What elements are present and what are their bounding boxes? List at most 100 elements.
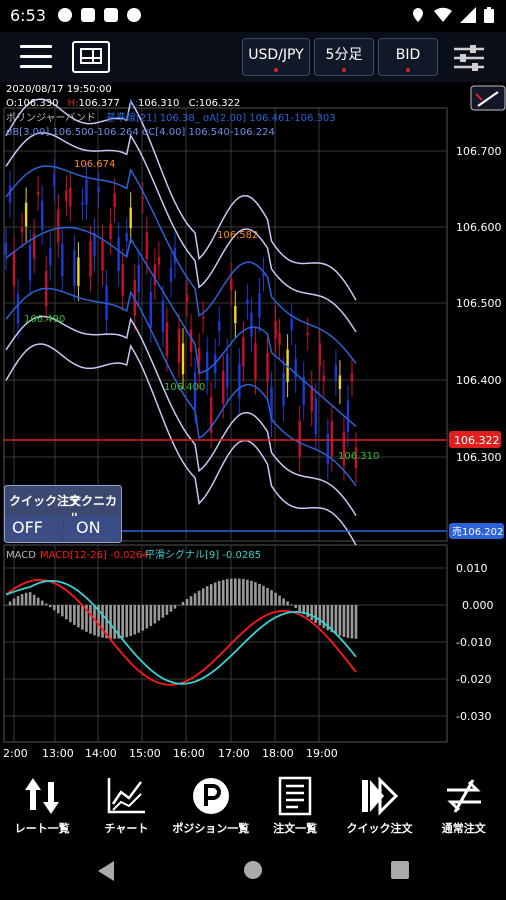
macd-histogram-bar xyxy=(20,594,24,606)
candle-body xyxy=(97,186,100,193)
candle-body xyxy=(81,202,84,205)
macd-histogram-bar xyxy=(69,605,72,623)
bollinger-line-2: σB[3.00] 106.500-106.264 σC[4.00] 106.54… xyxy=(6,127,275,138)
chart-area[interactable]: 2020/08/17 19:50:00 O:106.330 H:106.377 … xyxy=(0,82,506,770)
recents-icon[interactable] xyxy=(391,861,409,879)
candle-body xyxy=(57,209,60,243)
macd-histogram-bar xyxy=(61,605,64,617)
technical-toggle[interactable]: ON xyxy=(64,516,120,540)
candle-body xyxy=(129,207,132,229)
candle-body xyxy=(153,264,157,286)
macd-histogram-bar xyxy=(129,605,133,636)
signal-icon xyxy=(460,7,476,23)
macd-histogram-bar xyxy=(16,596,20,606)
price-axis: 106.700 106.600 106.500 106.400 106.300 xyxy=(456,145,502,464)
macd-histogram-bar xyxy=(125,605,128,638)
candle-body xyxy=(330,421,334,457)
low-value: 106.310 xyxy=(138,98,179,109)
marker-high-1: 106.674 xyxy=(74,159,115,170)
chart-icon xyxy=(108,778,146,814)
macd-value-label: MACD[12-26] -0.0264 xyxy=(40,550,149,561)
nav-chart[interactable]: チャート xyxy=(84,770,168,840)
macd-histogram-bar xyxy=(173,605,177,609)
macd-histogram-bar xyxy=(205,586,209,606)
marker-low-1: 106.490 xyxy=(24,314,65,325)
nav-quick-order[interactable]: クイック注文 xyxy=(337,770,421,840)
nav-order-list[interactable]: 注文一覧 xyxy=(253,770,337,840)
macd-histogram-bar xyxy=(28,592,32,606)
macd-histogram-bar xyxy=(342,605,346,637)
candle-body xyxy=(169,267,173,282)
macd-signal-line xyxy=(5,579,357,685)
nav-rate-list[interactable]: レート一覧 xyxy=(0,770,84,840)
candle-body xyxy=(93,233,96,256)
macd-histogram-bar xyxy=(177,605,181,606)
macd-line xyxy=(5,578,357,686)
candle-body xyxy=(226,354,229,388)
time-axis-label: 19:00 xyxy=(306,747,338,760)
marker-low-2: 106.400 xyxy=(164,382,205,393)
candle-body xyxy=(137,264,140,292)
candle-body xyxy=(290,319,293,330)
candle-body xyxy=(8,185,12,203)
macd-histogram-bar xyxy=(274,592,277,606)
candle-body xyxy=(234,305,237,324)
candle-body xyxy=(53,174,56,186)
macd-histogram-bar xyxy=(153,605,157,624)
candle-body xyxy=(201,316,205,319)
candle-body xyxy=(28,244,32,281)
close-value: 106.322 xyxy=(199,98,240,109)
nav-position[interactable]: ポジション一覧 xyxy=(169,770,253,840)
nav-label-chart: チャート xyxy=(104,822,149,835)
macd-histogram-bar xyxy=(294,605,297,608)
candle-body xyxy=(161,300,165,332)
candle-body xyxy=(177,328,181,364)
macd-histogram-bar xyxy=(221,579,225,606)
marker-high-2: 106.582 xyxy=(217,230,258,241)
price-chart[interactable]: 2020/08/17 19:50:00 O:106.330 H:106.377 … xyxy=(0,82,506,770)
macd-histogram-bar xyxy=(24,592,28,606)
macd-histogram-bar xyxy=(36,597,40,606)
macd-histogram-bar xyxy=(242,579,245,606)
candle-body xyxy=(326,434,330,465)
candle-body xyxy=(189,329,193,352)
macd-histogram-bar xyxy=(258,583,261,606)
macd-histogram-bar xyxy=(193,593,197,606)
open-label: O: xyxy=(6,98,17,109)
macd-histogram-bar xyxy=(334,605,338,635)
quick-order-toggle[interactable]: OFF xyxy=(6,516,62,540)
macd-histogram-bar xyxy=(282,598,285,606)
macd-histogram-bar xyxy=(113,605,116,639)
time-axis: 2:00 13:00 14:00 15:00 16:00 17:00 18:00 19:00 xyxy=(3,747,338,760)
position-icon xyxy=(192,778,229,814)
macd-histogram-bar xyxy=(40,600,44,606)
signal-value-label: 平滑シグナル[9] -0.0285 xyxy=(145,548,261,561)
macd-axis-label: -0.010 xyxy=(456,636,491,649)
candle-body xyxy=(89,241,92,278)
layout-grid-icon[interactable] xyxy=(72,41,110,73)
price-type-button[interactable]: BID xyxy=(378,38,438,76)
candle-body xyxy=(278,333,281,346)
candle-body xyxy=(218,321,221,332)
candle-body xyxy=(149,291,153,328)
macd-histogram-bar xyxy=(338,605,342,636)
macd-histogram-bar xyxy=(350,605,354,639)
macd-histogram-bar xyxy=(213,582,217,606)
candle-body xyxy=(266,352,269,382)
menu-icon[interactable] xyxy=(20,45,52,69)
candle-body xyxy=(20,228,24,233)
nav-label-order-list: 注文一覧 xyxy=(273,822,318,835)
currency-pair-button[interactable]: USD/JPY xyxy=(242,38,310,76)
candle-body xyxy=(306,332,309,336)
back-icon[interactable] xyxy=(96,860,116,882)
macd-histogram-bar xyxy=(149,605,153,627)
settings-sliders-icon[interactable] xyxy=(452,44,486,72)
timeframe-button[interactable]: 5分足 xyxy=(314,38,374,76)
nav-normal-order[interactable]: 通常注文 xyxy=(422,770,506,840)
order-list-icon xyxy=(278,776,312,816)
macd-panel-frame xyxy=(3,544,448,743)
macd-histogram xyxy=(4,578,358,639)
system-nav-bar xyxy=(0,840,506,900)
candle-body xyxy=(274,321,277,339)
home-icon[interactable] xyxy=(243,860,263,880)
